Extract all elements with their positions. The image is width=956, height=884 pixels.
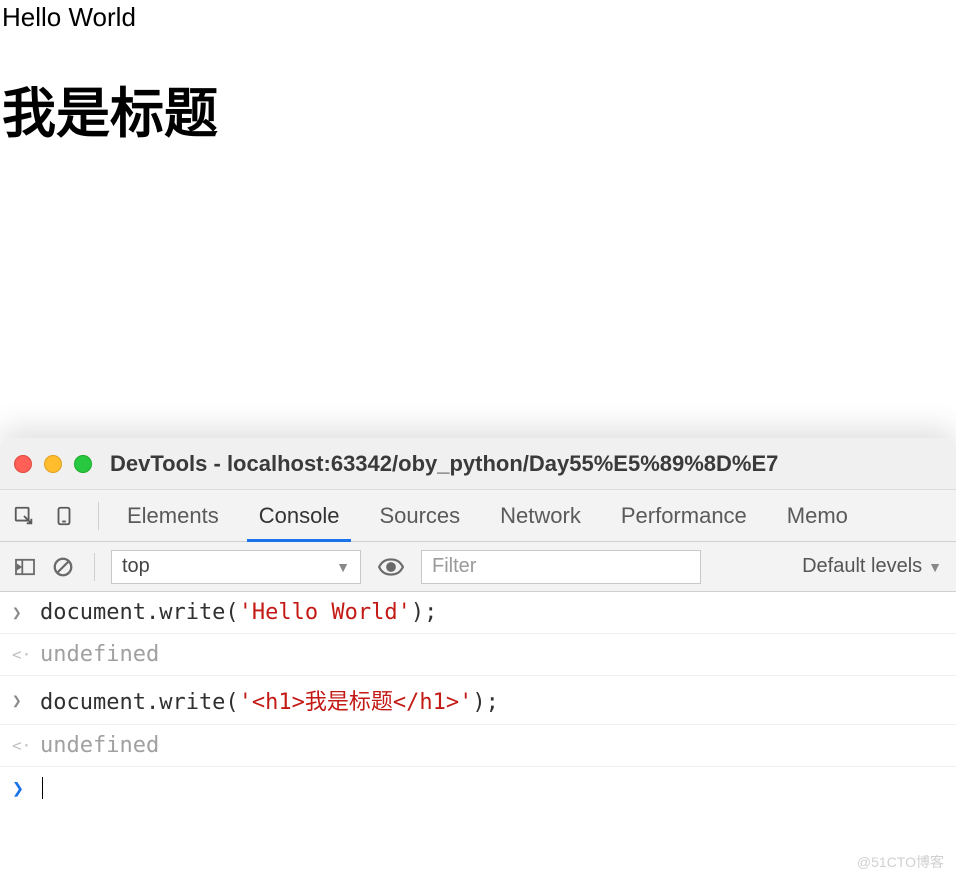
console-input-line: ❯ document.write('<h1>我是标题</h1>'); bbox=[0, 676, 956, 725]
tab-sources[interactable]: Sources bbox=[359, 490, 480, 541]
undefined-text: undefined bbox=[40, 642, 159, 667]
tab-memory[interactable]: Memo bbox=[767, 490, 868, 541]
code-text: document.write('Hello World'); bbox=[40, 600, 437, 625]
console-output-line: <· undefined bbox=[0, 725, 956, 767]
minimize-icon[interactable] bbox=[44, 455, 62, 473]
console-output-line: <· undefined bbox=[0, 634, 956, 676]
chevron-down-icon: ▼ bbox=[336, 559, 350, 575]
chevron-down-icon: ▼ bbox=[928, 559, 942, 575]
window-titlebar: DevTools - localhost:63342/oby_python/Da… bbox=[0, 438, 956, 490]
log-levels-selector[interactable]: Default levels ▼ bbox=[802, 555, 946, 578]
context-selector[interactable]: top ▼ bbox=[111, 550, 361, 584]
devtools-tabs-row: Elements Console Sources Network Perform… bbox=[0, 490, 956, 542]
live-expression-icon[interactable] bbox=[376, 552, 406, 582]
code-text: document.write('<h1>我是标题</h1>'); bbox=[40, 684, 499, 716]
divider bbox=[94, 553, 95, 581]
input-marker-icon: ❯ bbox=[12, 691, 30, 710]
window-title: DevTools - localhost:63342/oby_python/Da… bbox=[110, 451, 778, 477]
console-input-line: ❯ document.write('Hello World'); bbox=[0, 592, 956, 634]
input-marker-icon: ❯ bbox=[12, 603, 30, 622]
tab-console[interactable]: Console bbox=[239, 490, 360, 541]
context-value: top bbox=[122, 555, 150, 578]
sidebar-toggle-icon[interactable] bbox=[10, 552, 40, 582]
tab-performance[interactable]: Performance bbox=[601, 490, 767, 541]
filter-input[interactable] bbox=[421, 550, 701, 584]
close-icon[interactable] bbox=[14, 455, 32, 473]
page-heading: 我是标题 bbox=[2, 69, 954, 148]
console-toolbar: top ▼ Default levels ▼ bbox=[0, 542, 956, 592]
maximize-icon[interactable] bbox=[74, 455, 92, 473]
devtools-window: DevTools - localhost:63342/oby_python/Da… bbox=[0, 438, 956, 884]
watermark: @51CTO博客 bbox=[857, 852, 944, 872]
divider bbox=[98, 502, 99, 530]
tab-network[interactable]: Network bbox=[480, 490, 601, 541]
page-text: Hello World bbox=[2, 2, 954, 33]
cursor bbox=[42, 777, 43, 799]
console-output[interactable]: ❯ document.write('Hello World'); <· unde… bbox=[0, 592, 956, 884]
prompt-marker-icon: ❯ bbox=[12, 776, 30, 800]
tabs-container: Elements Console Sources Network Perform… bbox=[107, 490, 868, 541]
output-marker-icon: <· bbox=[12, 645, 30, 664]
page-viewport: Hello World 我是标题 bbox=[0, 0, 956, 438]
inspect-icon[interactable] bbox=[10, 502, 38, 530]
output-marker-icon: <· bbox=[12, 736, 30, 755]
traffic-lights bbox=[14, 455, 92, 473]
undefined-text: undefined bbox=[40, 733, 159, 758]
console-prompt-line[interactable]: ❯ bbox=[0, 767, 956, 809]
clear-console-icon[interactable] bbox=[48, 552, 78, 582]
tab-elements[interactable]: Elements bbox=[107, 490, 239, 541]
device-toggle-icon[interactable] bbox=[50, 502, 78, 530]
levels-label: Default levels bbox=[802, 555, 922, 578]
